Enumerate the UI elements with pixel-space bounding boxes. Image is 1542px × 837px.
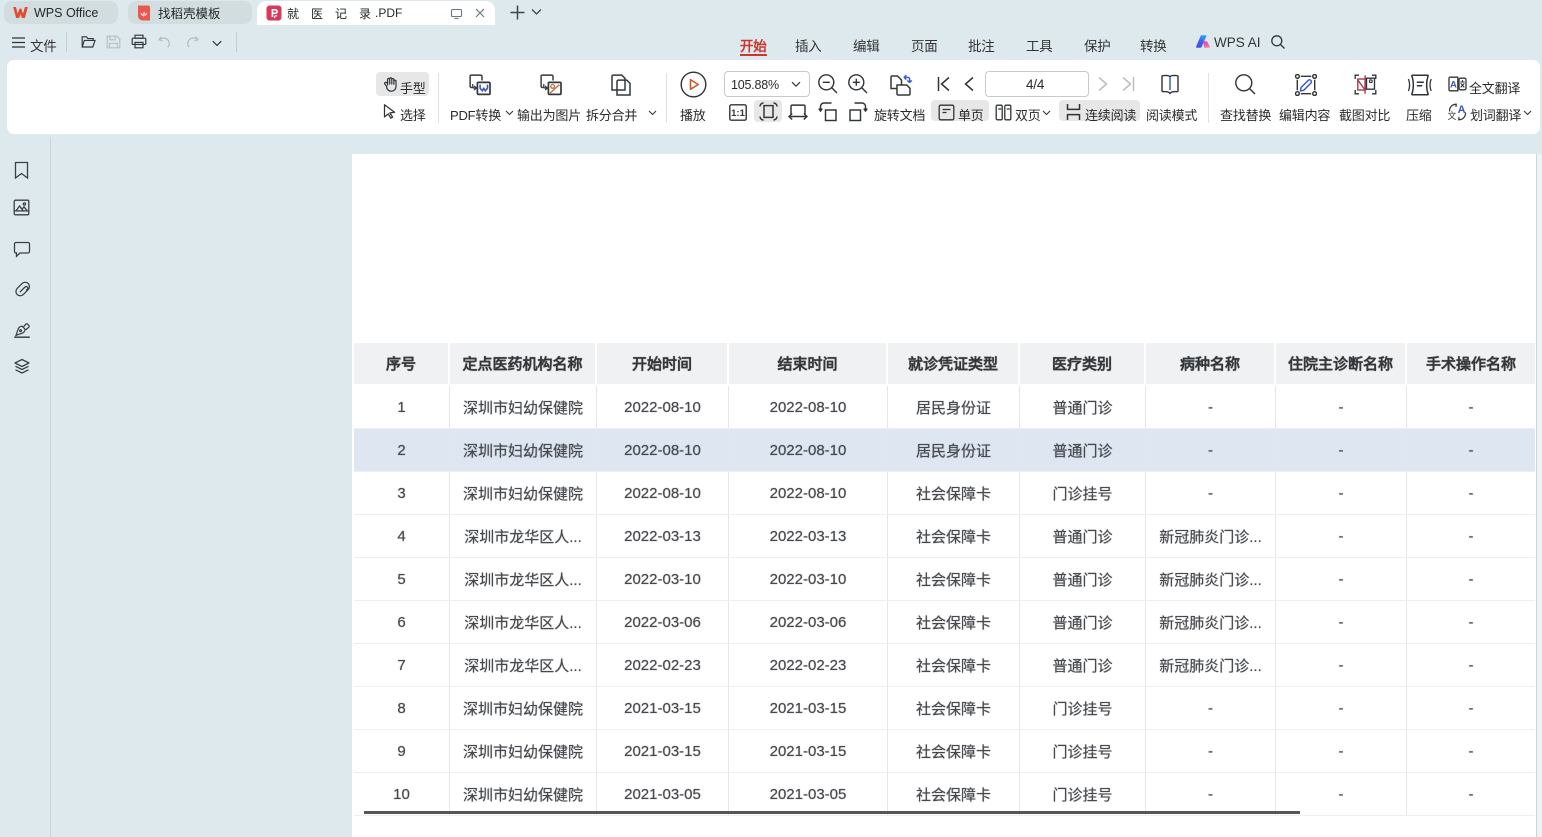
svg-text:A: A <box>1458 104 1466 116</box>
svg-text:文: 文 <box>1448 110 1457 121</box>
svg-text:A: A <box>1450 79 1457 90</box>
svg-text:1:1: 1:1 <box>731 108 745 119</box>
